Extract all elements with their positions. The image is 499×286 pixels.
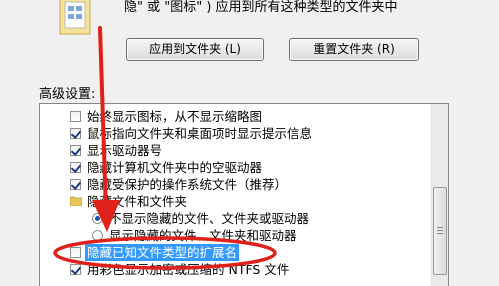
radio-button[interactable] — [92, 230, 103, 241]
list-item-label: 始终显示图标，从不显示缩略图 — [87, 109, 263, 124]
list-item-label: 用彩色显示加密或压缩的 NTFS 文件 — [87, 262, 290, 277]
reset-folders-button[interactable]: 重置文件夹 (R) — [289, 38, 419, 61]
scroll-thumb[interactable] — [433, 187, 447, 275]
folder-views-section: 隐" 或 "图标" ) 应用到所有这种类型的文件夹中 应用到文件夹 (L) 重置… — [0, 0, 499, 78]
grip-line — [437, 227, 443, 228]
checkbox[interactable] — [70, 179, 81, 190]
grip-line — [437, 230, 443, 231]
list-item-label: 隐藏受保护的操作系统文件（推荐） — [87, 177, 288, 192]
grip-line — [437, 233, 443, 234]
advanced-settings-label: 高级设置: — [39, 87, 96, 102]
folder-options-dialog: 隐" 或 "图标" ) 应用到所有这种类型的文件夹中 应用到文件夹 (L) 重置… — [0, 0, 499, 286]
checkbox[interactable] — [70, 145, 81, 156]
list-item-label: 不显示隐藏的文件、文件夹或驱动器 — [109, 211, 310, 226]
checkbox[interactable] — [70, 247, 81, 258]
list-item-label: 隐藏计算机文件夹中的空驱动器 — [87, 160, 263, 175]
checkbox[interactable] — [70, 128, 81, 139]
checkbox[interactable] — [70, 264, 81, 275]
radio-button[interactable] — [92, 213, 103, 224]
list-item-label: 显示驱动器号 — [87, 143, 163, 158]
vertical-scrollbar[interactable] — [431, 104, 448, 286]
checkbox[interactable] — [70, 111, 81, 122]
settings-tree: 始终显示图标，从不显示缩略图 鼠标指向文件夹和桌面项时显示提示信息 显示驱动器号… — [40, 104, 430, 286]
folder-icon — [59, 0, 91, 35]
checkbox[interactable] — [70, 162, 81, 173]
list-item-label: 隐藏已知文件类型的扩展名 — [85, 244, 240, 261]
folder-icon — [70, 196, 82, 206]
list-item-label: 隐藏文件和文件夹 — [87, 194, 188, 209]
list-item-label: 显示隐藏的文件、文件夹和驱动器 — [109, 228, 297, 243]
apply-to-folders-button[interactable]: 应用到文件夹 (L) — [126, 38, 264, 61]
list-item-label: 鼠标指向文件夹和桌面项时显示提示信息 — [87, 126, 313, 141]
advanced-settings-list[interactable]: 始终显示图标，从不显示缩略图 鼠标指向文件夹和桌面项时显示提示信息 显示驱动器号… — [39, 103, 449, 286]
view-description: 隐" 或 "图标" ) 应用到所有这种类型的文件夹中 — [124, 0, 398, 15]
